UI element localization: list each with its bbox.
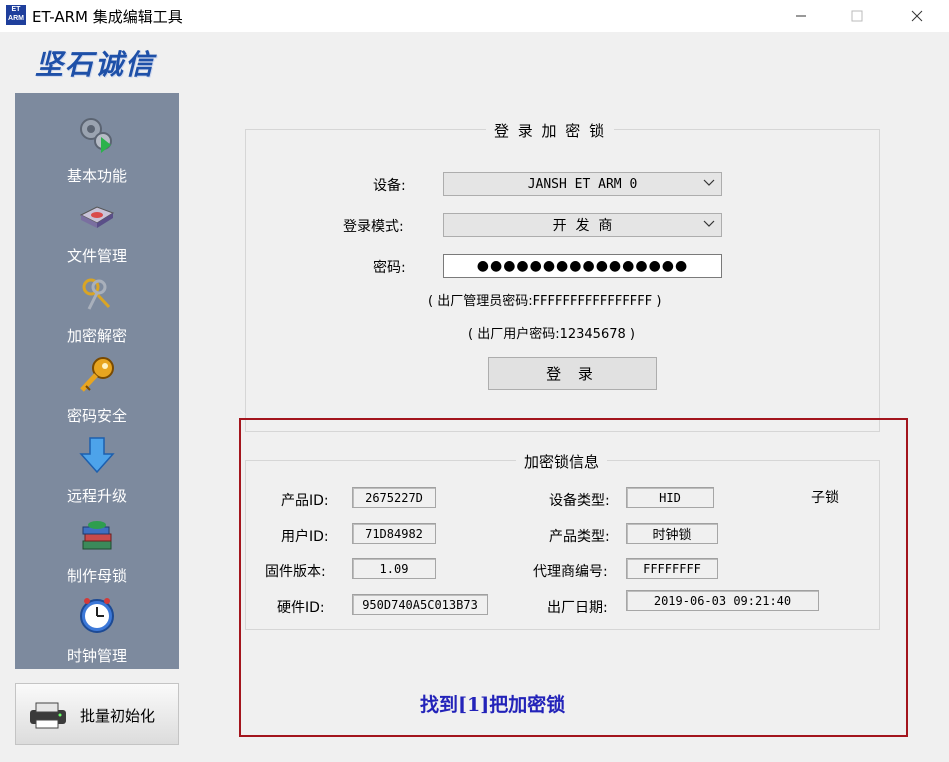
keys-icon [82, 278, 111, 310]
disk-drive-icon [79, 206, 115, 228]
sidebar-item-label: 加密解密 [66, 327, 127, 345]
chevron-down-icon [703, 179, 715, 186]
down-arrow-icon [79, 437, 115, 474]
login-group-title: 登 录 加 密 锁 [486, 120, 615, 141]
app-icon: ET ARM [6, 5, 26, 25]
sidebar-item-label: 时钟管理 [66, 647, 127, 665]
printer-icon [30, 702, 66, 729]
maximize-button[interactable] [834, 0, 880, 32]
chevron-down-icon [703, 220, 715, 227]
sidebar-item-label: 远程升级 [66, 487, 127, 505]
brand-logo: 坚石诚信 [34, 48, 155, 81]
title-bar: ET ARM ET-ARM 集成编辑工具 [0, 0, 949, 32]
clock-icon [80, 598, 114, 633]
login-mode-value: 开 发 商 [552, 218, 613, 234]
password-field[interactable]: ●●●●●●●●●●●●●●●● [443, 254, 722, 278]
login-button[interactable]: 登 录 [488, 357, 657, 390]
sidebar-item-label: 基本功能 [66, 167, 127, 185]
gears-play-icon [80, 118, 112, 153]
sidebar-item-clock[interactable]: 时钟管理 [15, 589, 179, 667]
sidebar-item-master-lock[interactable]: 制作母锁 [15, 509, 179, 587]
batch-init-button[interactable]: 批量初始化 [15, 683, 179, 745]
sidebar: 基本功能 文件管理 加密解密 密码安全 远程升级 制作母锁 时钟管理 [15, 93, 179, 669]
sidebar-item-basic[interactable]: 基本功能 [15, 109, 179, 187]
window-title: ET-ARM 集成编辑工具 [32, 8, 183, 26]
book-stack-icon [82, 521, 112, 550]
sidebar-item-encrypt[interactable]: 加密解密 [15, 269, 179, 347]
password-label: 密码: [373, 260, 406, 276]
sidebar-item-upgrade[interactable]: 远程升级 [15, 429, 179, 507]
close-icon [911, 10, 923, 22]
admin-password-hint: ( 出厂管理员密码:FFFFFFFFFFFFFFFF ) [428, 294, 662, 309]
sidebar-item-files[interactable]: 文件管理 [15, 189, 179, 267]
maximize-icon [851, 10, 863, 22]
mode-label: 登录模式: [343, 219, 404, 235]
minimize-button[interactable] [778, 0, 824, 32]
user-password-hint: ( 出厂用户密码:12345678 ) [468, 327, 635, 342]
minimize-icon [796, 15, 806, 17]
sidebar-item-label: 文件管理 [66, 247, 127, 265]
sidebar-item-password[interactable]: 密码安全 [15, 349, 179, 427]
found-status-text: 找到[1]把加密锁 [420, 694, 566, 716]
sidebar-item-label: 密码安全 [66, 407, 127, 425]
golden-key-icon [80, 357, 114, 392]
device-value: JANSH ET ARM 0 [527, 176, 638, 192]
login-mode-select[interactable]: 开 发 商 [443, 213, 722, 237]
sidebar-item-label: 制作母锁 [66, 567, 127, 585]
close-button[interactable] [894, 0, 940, 32]
device-select[interactable]: JANSH ET ARM 0 [443, 172, 722, 196]
device-label: 设备: [373, 178, 406, 194]
batch-init-label: 批量初始化 [80, 707, 156, 725]
highlight-box [239, 418, 908, 737]
